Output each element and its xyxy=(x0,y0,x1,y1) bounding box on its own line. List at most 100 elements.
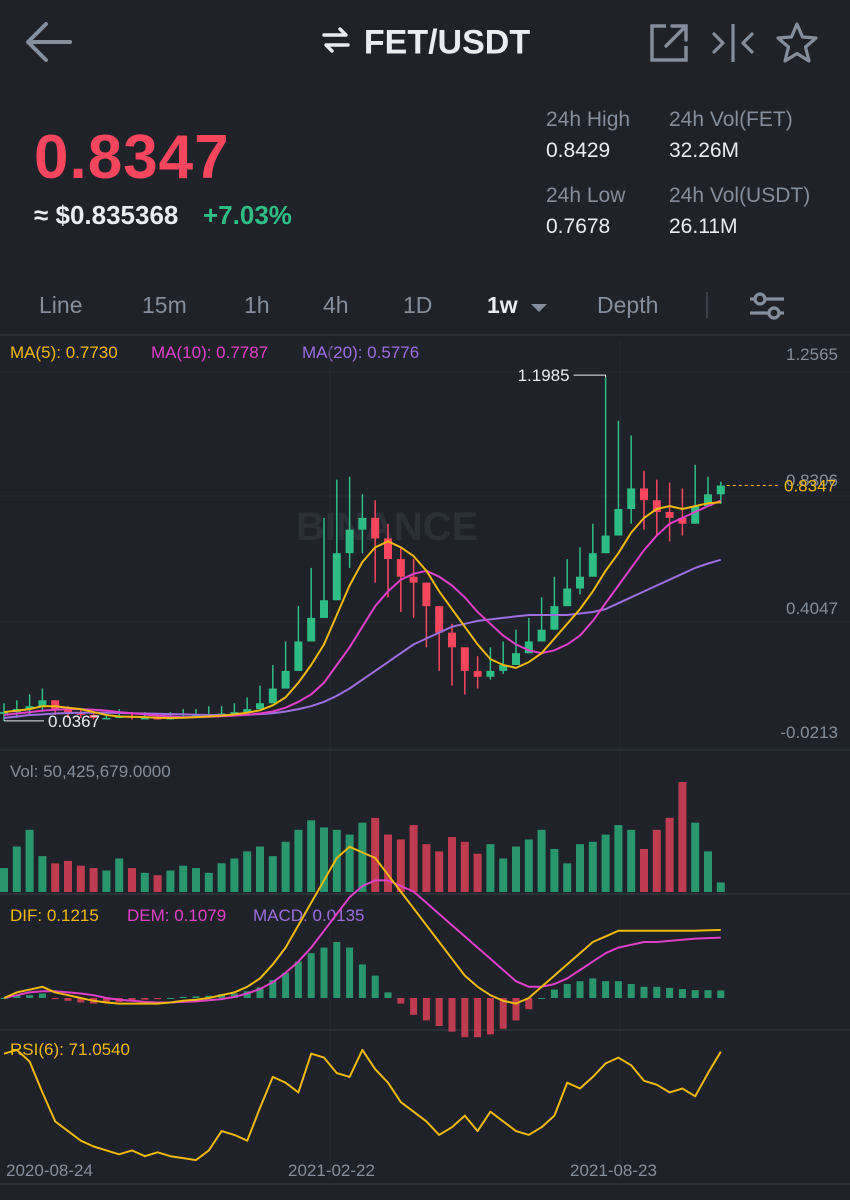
volume-bar xyxy=(627,829,636,892)
candle-body xyxy=(140,717,149,720)
candle-body xyxy=(25,706,34,710)
macd-bar xyxy=(691,990,699,998)
y-tick-label: 1.2565 xyxy=(786,345,838,364)
ma10-legend: MA(10): 0.7787 xyxy=(151,343,269,362)
candle-body xyxy=(89,715,98,718)
candle-body xyxy=(601,535,610,554)
macd-bar xyxy=(269,980,277,998)
candle-body xyxy=(665,511,674,518)
tab-1h[interactable]: 1h xyxy=(244,292,270,319)
volume-bar xyxy=(448,837,456,892)
macd-bar xyxy=(294,961,302,998)
macd-bar xyxy=(192,996,200,998)
tab-1d[interactable]: 1D xyxy=(403,292,432,319)
volume-bar xyxy=(550,848,559,892)
rsi-line xyxy=(3,1048,722,1162)
macd-bar xyxy=(13,995,21,998)
candle-body xyxy=(716,485,725,495)
candle-body xyxy=(294,641,303,671)
volume-bar xyxy=(640,848,648,892)
macd-bar xyxy=(243,991,251,998)
candle-body xyxy=(204,715,213,717)
volume-bar xyxy=(25,829,34,892)
volume-bar xyxy=(512,846,520,892)
macd-bar xyxy=(115,998,123,1002)
volume-bar xyxy=(409,825,418,892)
candle-body xyxy=(281,670,290,689)
min-price-label: 0.0367 xyxy=(48,712,100,731)
macd-bar xyxy=(576,981,584,998)
macd-bar xyxy=(448,998,456,1032)
candle-body xyxy=(678,517,687,524)
date-label-1: 2020-08-24 xyxy=(6,1161,93,1180)
volume-bar xyxy=(537,829,546,892)
macd-legend: MACD: 0.0135 xyxy=(253,906,365,925)
date-label-3: 2021-08-23 xyxy=(570,1161,657,1180)
caret-down-icon xyxy=(530,293,548,320)
last-price: 0.8347 xyxy=(34,123,230,192)
tab-4h[interactable]: 4h xyxy=(323,292,349,319)
candle-body xyxy=(179,716,188,718)
macd-bar xyxy=(397,998,405,1004)
candle-body xyxy=(588,553,597,577)
macd-bar xyxy=(602,981,610,998)
split-view-icon[interactable] xyxy=(710,22,756,64)
macd-bar xyxy=(678,989,686,998)
candle-body xyxy=(128,716,136,718)
tab-depth[interactable]: Depth xyxy=(597,292,658,319)
candle-body xyxy=(320,600,328,618)
tabs-divider xyxy=(0,334,850,336)
vol-quote-value: 26.11M xyxy=(669,215,738,238)
candle-body xyxy=(243,709,252,713)
volume-legend: Vol: 50,425,679.0000 xyxy=(10,762,171,781)
tab-1w[interactable]: 1w xyxy=(487,292,548,320)
candle-body xyxy=(704,494,712,507)
volume-bar xyxy=(230,858,239,892)
volume-bar xyxy=(294,829,303,892)
candle-body xyxy=(550,606,559,630)
swap-icon xyxy=(320,24,352,63)
volume-bar xyxy=(217,863,226,892)
low-value: 0.7678 xyxy=(546,215,611,238)
macd-bar xyxy=(653,986,661,998)
volume-bar xyxy=(268,856,277,892)
macd-bar xyxy=(614,981,622,998)
volume-bar xyxy=(716,882,725,892)
volume-bar xyxy=(256,846,264,892)
star-icon[interactable] xyxy=(774,20,820,66)
chart-settings-icon[interactable] xyxy=(748,290,786,322)
candle-body xyxy=(307,617,316,642)
external-link-icon[interactable] xyxy=(648,22,690,64)
volume-bar xyxy=(102,870,111,892)
high-value: 0.8429 xyxy=(546,139,611,162)
candle-body xyxy=(345,529,354,554)
volume-bar xyxy=(691,822,700,892)
tab-15m[interactable]: 15m xyxy=(142,292,187,319)
date-label-2: 2021-02-22 xyxy=(288,1161,375,1180)
volume-bar xyxy=(473,853,482,892)
volume-bar xyxy=(499,858,508,892)
volume-bar xyxy=(128,868,136,892)
low-label: 24h Low xyxy=(546,184,626,207)
fiat-price: ≈ $0.835368 xyxy=(34,200,179,230)
macd-bar xyxy=(474,998,482,1038)
volume-bar xyxy=(192,868,200,892)
tab-line[interactable]: Line xyxy=(39,292,82,319)
volume-bar xyxy=(0,868,8,892)
candle-body xyxy=(576,576,584,589)
volume-bar xyxy=(460,841,469,892)
candle-body xyxy=(217,713,226,716)
macd-bar xyxy=(346,947,354,998)
candle-body xyxy=(524,641,533,654)
volume-bar xyxy=(166,870,175,892)
candle-body xyxy=(396,559,405,577)
candle-body xyxy=(76,712,85,716)
macd-bar xyxy=(141,998,149,1000)
macd-bar xyxy=(717,990,725,998)
high-label: 24h High xyxy=(546,108,631,131)
candle-body xyxy=(435,606,444,633)
macd-bar xyxy=(64,998,72,1001)
candle-body xyxy=(384,538,392,560)
volume-bar xyxy=(89,868,98,892)
volume-bar xyxy=(422,844,431,892)
